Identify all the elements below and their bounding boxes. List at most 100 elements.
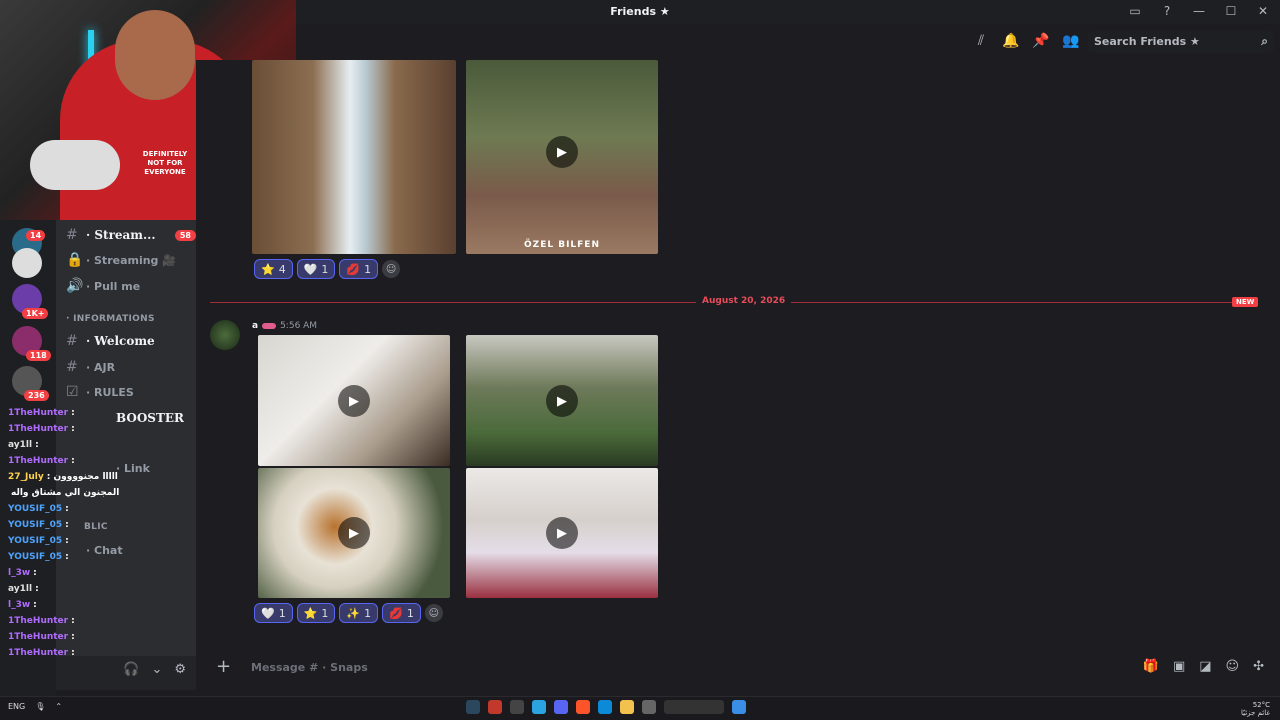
- user-panel: 🎧 ⌄ ⚙: [56, 656, 196, 690]
- edge-icon[interactable]: [598, 700, 612, 714]
- app-icon[interactable]: [642, 700, 656, 714]
- play-icon[interactable]: ▶: [546, 136, 578, 168]
- bell-icon[interactable]: 🔔: [1002, 33, 1020, 49]
- media-tile-coffee-machine[interactable]: ▶: [258, 335, 450, 466]
- play-icon[interactable]: ▶: [338, 517, 370, 549]
- lang-indicator[interactable]: ENG: [8, 702, 25, 711]
- speaker-icon: 🔊: [66, 278, 84, 294]
- members-icon[interactable]: 👥: [1062, 33, 1080, 49]
- reaction-count: 1: [321, 262, 329, 276]
- chat-message: :: [71, 424, 75, 434]
- maximize-icon[interactable]: ☐: [1222, 2, 1240, 20]
- chat-username: YOUSIF_05: [8, 520, 63, 530]
- headset-icon[interactable]: 🎧: [123, 662, 139, 677]
- app-icon[interactable]: [510, 700, 524, 714]
- add-reaction-icon[interactable]: ☺: [382, 260, 401, 278]
- weather-label: غائم جزئيًا: [1240, 709, 1270, 717]
- close-icon[interactable]: ✕: [1254, 2, 1272, 20]
- emoji-icon[interactable]: ☺: [1226, 659, 1240, 674]
- apps-icon[interactable]: ✣: [1253, 659, 1264, 674]
- reaction-lips[interactable]: 💋 1: [382, 603, 421, 623]
- reaction-count: 1: [364, 606, 372, 620]
- chat-username: YOUSIF_05: [8, 552, 63, 562]
- gear-icon[interactable]: ⚙: [174, 662, 186, 677]
- message-composer[interactable]: + Message # · Snaps 🎁 ▣ ◪ ☺ ✣: [206, 652, 1274, 684]
- windows-icon[interactable]: [732, 700, 746, 714]
- chat-message: المجنون الي مشتاق واله: [11, 488, 120, 498]
- brave-icon[interactable]: [576, 700, 590, 714]
- chat-message: :: [71, 456, 75, 466]
- pin-icon[interactable]: 📌: [1032, 33, 1050, 49]
- channel-ajr[interactable]: # · AJR: [66, 357, 196, 377]
- search-input[interactable]: Search Friends ★ ⌕: [1088, 31, 1274, 53]
- media-tile-espresso[interactable]: ▶: [258, 468, 450, 598]
- reaction-star[interactable]: ⭐ 1: [296, 603, 336, 623]
- category-informations[interactable]: · INFORMATIONS: [66, 314, 155, 324]
- folder-icon[interactable]: [620, 700, 634, 714]
- shirt-text: DEFINITELY NOT FOR EVERYONE: [142, 150, 188, 176]
- reaction-star[interactable]: ⭐ 4: [254, 259, 293, 279]
- inbox-icon[interactable]: ▭: [1126, 2, 1144, 20]
- play-icon[interactable]: ▶: [338, 385, 370, 417]
- chat-message: : ااااا مجنوووون: [46, 472, 118, 482]
- add-reaction-icon[interactable]: ☺: [424, 604, 443, 622]
- channel-pull-me[interactable]: 🔊 · Pull me: [66, 276, 196, 296]
- unread-count: 58: [174, 229, 196, 241]
- minimize-icon[interactable]: —: [1190, 2, 1208, 20]
- gift-icon[interactable]: 🎁: [1143, 659, 1159, 674]
- chevron-down-icon[interactable]: ⌄: [151, 662, 162, 677]
- channel-streaming[interactable]: 🔒 · Streaming 🎥: [66, 250, 196, 270]
- weather-widget[interactable]: 52°C غائم جزئيًا: [1241, 701, 1270, 717]
- lock-icon: 🔒: [66, 252, 84, 268]
- chat-message: :: [35, 440, 39, 450]
- server-icon[interactable]: [12, 248, 42, 278]
- chat-username: 1TheHunter: [8, 616, 69, 626]
- threads-icon[interactable]: ⫽: [972, 33, 990, 49]
- help-icon[interactable]: ?: [1158, 2, 1176, 20]
- play-icon[interactable]: ▶: [546, 517, 578, 549]
- stream-chat-line: l_3w:: [8, 598, 37, 612]
- weather-temp: 52°C: [1252, 701, 1270, 709]
- plus-icon[interactable]: +: [216, 658, 231, 676]
- media-tile-landscape[interactable]: ▶: [466, 335, 658, 466]
- message-time: 5:56 AM: [280, 321, 318, 331]
- reaction-heart[interactable]: 🤍 1: [296, 259, 336, 279]
- channel-label: · Pull me: [86, 279, 141, 293]
- steam-icon[interactable]: [466, 700, 480, 714]
- channel-welcome[interactable]: # · Welcome: [66, 331, 196, 351]
- mic-icon[interactable]: 🎙: [35, 702, 45, 711]
- message-header: a 5:56 AM: [252, 321, 317, 331]
- stream-chat-line: YOUSIF_05:: [8, 550, 69, 564]
- media-tile-park[interactable]: ▶ ÖZEL BILFEN: [466, 60, 658, 254]
- avatar[interactable]: [210, 320, 240, 350]
- reaction-heart[interactable]: 🤍 1: [254, 603, 293, 623]
- telegram-icon[interactable]: [532, 700, 546, 714]
- stream-chat-line: 1TheHunter:: [8, 630, 75, 644]
- channel-rules[interactable]: ☑ · RULES: [66, 382, 196, 402]
- reaction-emoji: 🤍: [261, 606, 275, 620]
- chevron-up-icon[interactable]: ⌃: [55, 702, 62, 711]
- media-tile-waterfall[interactable]: [252, 60, 456, 254]
- media-tile-iced-drink[interactable]: ▶: [466, 468, 658, 598]
- stream-chat-line: 1TheHunter:: [8, 406, 75, 420]
- chat-username: 1TheHunter: [8, 632, 69, 642]
- chat-username: ay1ll: [8, 584, 33, 594]
- chat-message: :: [65, 504, 69, 514]
- reaction-count: 1: [406, 606, 414, 620]
- stream-chat-line: YOUSIF_05:: [8, 534, 69, 548]
- role-tag-icon: [262, 323, 277, 329]
- search-icon[interactable]: [664, 700, 724, 714]
- chat-message: :: [65, 552, 69, 562]
- reaction-bar: 🤍 1 ⭐ 1 ✨ 1 💋 1 ☺: [254, 603, 443, 623]
- reaction-lips[interactable]: 💋 1: [339, 259, 379, 279]
- gif-icon[interactable]: ▣: [1173, 659, 1185, 674]
- author-name[interactable]: a: [252, 321, 258, 331]
- app-icon[interactable]: [488, 700, 502, 714]
- streamer-head: [115, 10, 195, 100]
- stream-chat-line: YOUSIF_05:: [8, 518, 69, 532]
- discord-icon[interactable]: [554, 700, 568, 714]
- reaction-sparkles[interactable]: ✨ 1: [339, 603, 379, 623]
- channel-stream[interactable]: # · Stream... 58: [66, 225, 196, 245]
- play-icon[interactable]: ▶: [546, 385, 578, 417]
- sticker-icon[interactable]: ◪: [1199, 659, 1211, 674]
